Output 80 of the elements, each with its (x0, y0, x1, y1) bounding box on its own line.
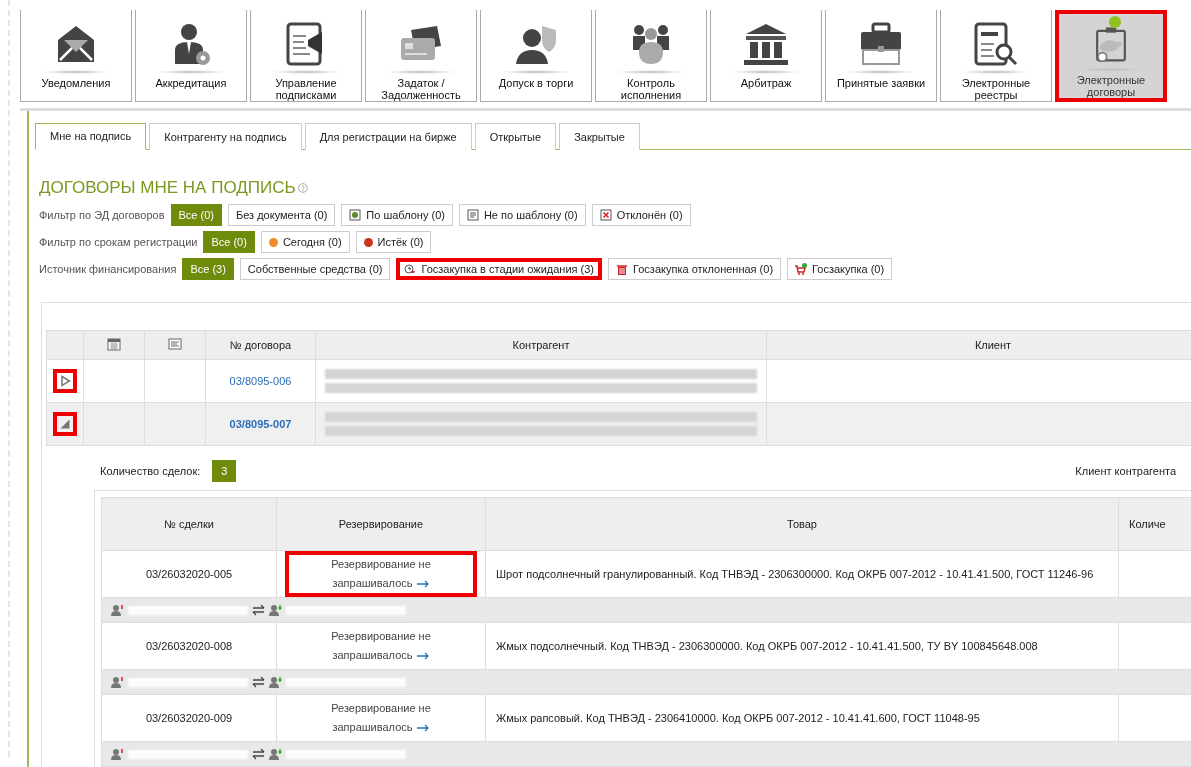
nav-tile[interactable]: Уведомления (20, 10, 132, 102)
clock-cart-icon (404, 263, 417, 275)
reservation-status: Резервирование не запрашивалось (330, 701, 432, 735)
filter-button[interactable]: Без документа (0) (228, 204, 336, 226)
deal-count-label: Количество сделок: (100, 465, 201, 477)
filter-label: Фильтр по срокам регистрации (39, 236, 198, 248)
help-icon (297, 183, 308, 193)
reject-icon (599, 209, 612, 221)
filter-button[interactable]: Все (0) (203, 231, 255, 253)
reservation-status: Резервирование не запрашивалось (330, 629, 432, 663)
column-header: Клиент (766, 330, 1191, 360)
contract-link[interactable]: 03/8095-007 (229, 418, 292, 430)
expand-toggle[interactable] (53, 369, 77, 393)
filter-button[interactable]: Все (0) (170, 204, 222, 226)
table-cell: Жмых рапсовый. Код ТНВЭД - 2306410000. Код ОКРБ 007-2012 - 10.41.41.600, ГОСТ 11048-95 (485, 694, 1119, 742)
user-icon (269, 748, 282, 760)
expand-triangle-icon (59, 375, 71, 387)
contract-link[interactable]: 03/8095-006 (229, 375, 292, 387)
nav-tile[interactable]: Электронные реестры (940, 10, 1052, 102)
nav-tile[interactable]: Аккредитация (135, 10, 247, 102)
filter-button[interactable]: Собственные средства (0) (239, 258, 391, 280)
section-heading: ДОГОВОРЫ МНЕ НА ПОДПИСЬ (39, 178, 296, 198)
column-header: Товар (485, 497, 1119, 551)
filter-button[interactable]: Все (3) (182, 258, 234, 280)
tab[interactable]: Закрытые (559, 123, 640, 150)
nav-tile[interactable]: Контроль исполнения (595, 10, 707, 102)
filter-button[interactable]: По шаблону (0) (341, 204, 453, 226)
table-cell: 03/26032020-005 (101, 550, 277, 598)
user-icon (269, 676, 282, 688)
tab[interactable]: Открытые (474, 123, 557, 150)
filter-button[interactable]: Отклонён (0) (591, 204, 691, 226)
reservation-status: Резервирование не запрашивалось (285, 551, 477, 597)
table-cell: 03/26032020-009 (101, 694, 277, 742)
swap-arrows-icon (252, 676, 265, 688)
user-icon (111, 676, 124, 688)
user-icon (111, 748, 124, 760)
filter-button[interactable]: Сегодня (0) (260, 231, 350, 253)
user-icon (111, 604, 124, 616)
nav-tile[interactable]: Принятые заявки (825, 10, 937, 102)
table-cell: 03/26032020-008 (101, 622, 277, 670)
column-label: Клиент контрагента (1075, 465, 1176, 477)
column-header: № сделки (101, 497, 277, 551)
column-header: Резервирование (276, 497, 486, 551)
nav-tile[interactable]: Арбитраж (710, 10, 822, 102)
table-cell: Шрот подсолнечный гранулированный. Код ТНВЭД - 2306300000. Код ОКРБ 007-2012 - 10.41.41.500, ГОСТ 11246-96 (485, 550, 1119, 598)
collapse-triangle-icon (59, 418, 71, 430)
arrow-right-icon (415, 580, 430, 589)
column-header: № договора (205, 330, 316, 360)
tab[interactable]: Для регистрации на бирже (304, 123, 472, 150)
filter-button[interactable]: Госзакупка (0) (787, 258, 893, 280)
calendar-icon (107, 337, 121, 351)
nav-tile[interactable]: Электронные договоры (1055, 10, 1167, 102)
document-icon (168, 337, 182, 351)
trash-icon (616, 263, 628, 275)
tab[interactable]: Контрагенту на подпись (149, 123, 302, 150)
swap-arrows-icon (252, 748, 265, 760)
arrow-right-icon (415, 652, 430, 661)
filter-button[interactable]: Госзакупка в стадии ожидания (3) (396, 258, 602, 280)
expand-toggle[interactable] (53, 412, 77, 436)
nav-tile[interactable]: Управление подписками (250, 10, 362, 102)
column-header: Количе (1118, 497, 1191, 551)
document-icon (466, 209, 479, 221)
tab[interactable]: Мне на подпись (35, 123, 147, 150)
swap-arrows-icon (252, 604, 265, 616)
arrow-right-icon (415, 724, 430, 733)
nav-tile[interactable]: Допуск в торги (480, 10, 592, 102)
nav-tile[interactable]: Задаток / Задолженность (365, 10, 477, 102)
cart-plus-icon (795, 263, 808, 275)
filter-label: Источник финансирования (39, 263, 177, 275)
document-magnifier-icon (972, 20, 1020, 68)
filter-label: Фильтр по ЭД договоров (39, 209, 165, 221)
user-icon (269, 604, 282, 616)
status-dot (1109, 16, 1121, 28)
table-cell: Жмых подсолнечный. Код ТНВЭД - 2306300000. Код ОКРБ 007-2012 - 10.41.41.500, ТУ BY 100845648.008 (485, 622, 1119, 670)
filter-button[interactable]: Истёк (0) (355, 231, 432, 253)
filter-button[interactable]: Не по шаблону (0) (458, 204, 586, 226)
count-badge: 3 (212, 460, 237, 482)
filter-button[interactable]: Госзакупка отклоненная (0) (608, 258, 782, 280)
template-icon (349, 209, 362, 221)
column-header: Контрагент (315, 330, 767, 360)
